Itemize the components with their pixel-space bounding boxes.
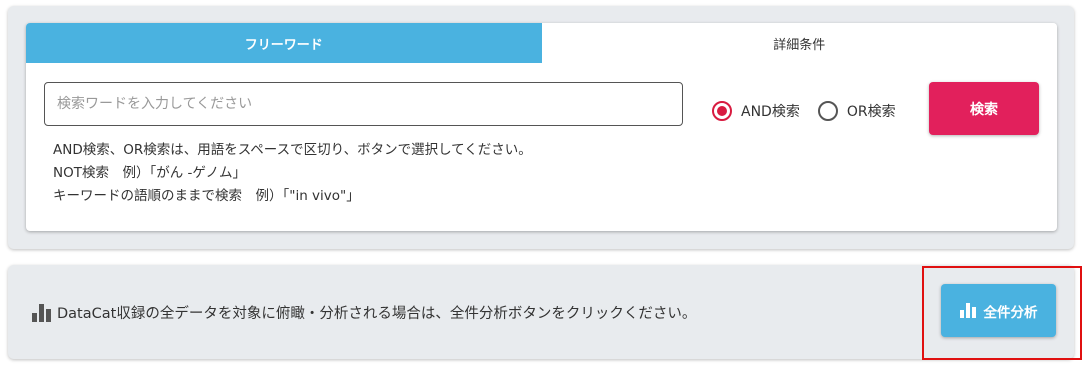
full-analysis-button-label: 全件分析 — [983, 304, 1038, 321]
bar-chart-icon — [32, 303, 51, 322]
search-input[interactable] — [44, 82, 683, 126]
search-mode-radio-group: AND検索 OR検索 — [712, 101, 914, 121]
help-line-not: NOT検索 例）「がん -ゲノム」 — [53, 165, 246, 181]
and-search-label: AND検索 — [741, 104, 800, 120]
or-search-label: OR検索 — [846, 104, 896, 120]
search-tabs: フリーワード 詳細条件 — [26, 23, 1057, 63]
or-search-radio[interactable]: OR検索 — [817, 101, 896, 121]
search-panel: フリーワード 詳細条件 AND検索 OR検索 検索 AND検索、OR検索は、用語… — [8, 6, 1074, 249]
help-line-phrase: キーワードの語順のままで検索 例）「"in vivo"」 — [53, 188, 360, 204]
and-search-radio[interactable]: AND検索 — [712, 101, 800, 121]
full-analysis-button[interactable]: 全件分析 — [941, 284, 1056, 337]
help-line-and-or: AND検索、OR検索は、用語をスペースで区切り、ボタンで選択してください。 — [53, 142, 532, 158]
radio-checked-icon[interactable] — [712, 101, 732, 121]
analysis-panel: DataCat収録の全データを対象に俯瞰・分析される場合は、全件分析ボタンをクリ… — [8, 265, 1074, 359]
bar-chart-icon — [959, 303, 976, 318]
search-button[interactable]: 検索 — [929, 82, 1039, 135]
analysis-message: DataCat収録の全データを対象に俯瞰・分析される場合は、全件分析ボタンをクリ… — [32, 302, 696, 323]
radio-unchecked-icon[interactable] — [817, 101, 838, 121]
search-help-text: AND検索、OR検索は、用語をスペースで区切り、ボタンで選択してください。 NO… — [53, 139, 532, 208]
tab-free-word[interactable]: フリーワード — [26, 23, 542, 63]
search-card: フリーワード 詳細条件 AND検索 OR検索 検索 AND検索、OR検索は、用語… — [26, 23, 1057, 231]
tab-detailed-conditions[interactable]: 詳細条件 — [541, 23, 1057, 63]
analysis-message-text: DataCat収録の全データを対象に俯瞰・分析される場合は、全件分析ボタンをクリ… — [57, 306, 697, 322]
